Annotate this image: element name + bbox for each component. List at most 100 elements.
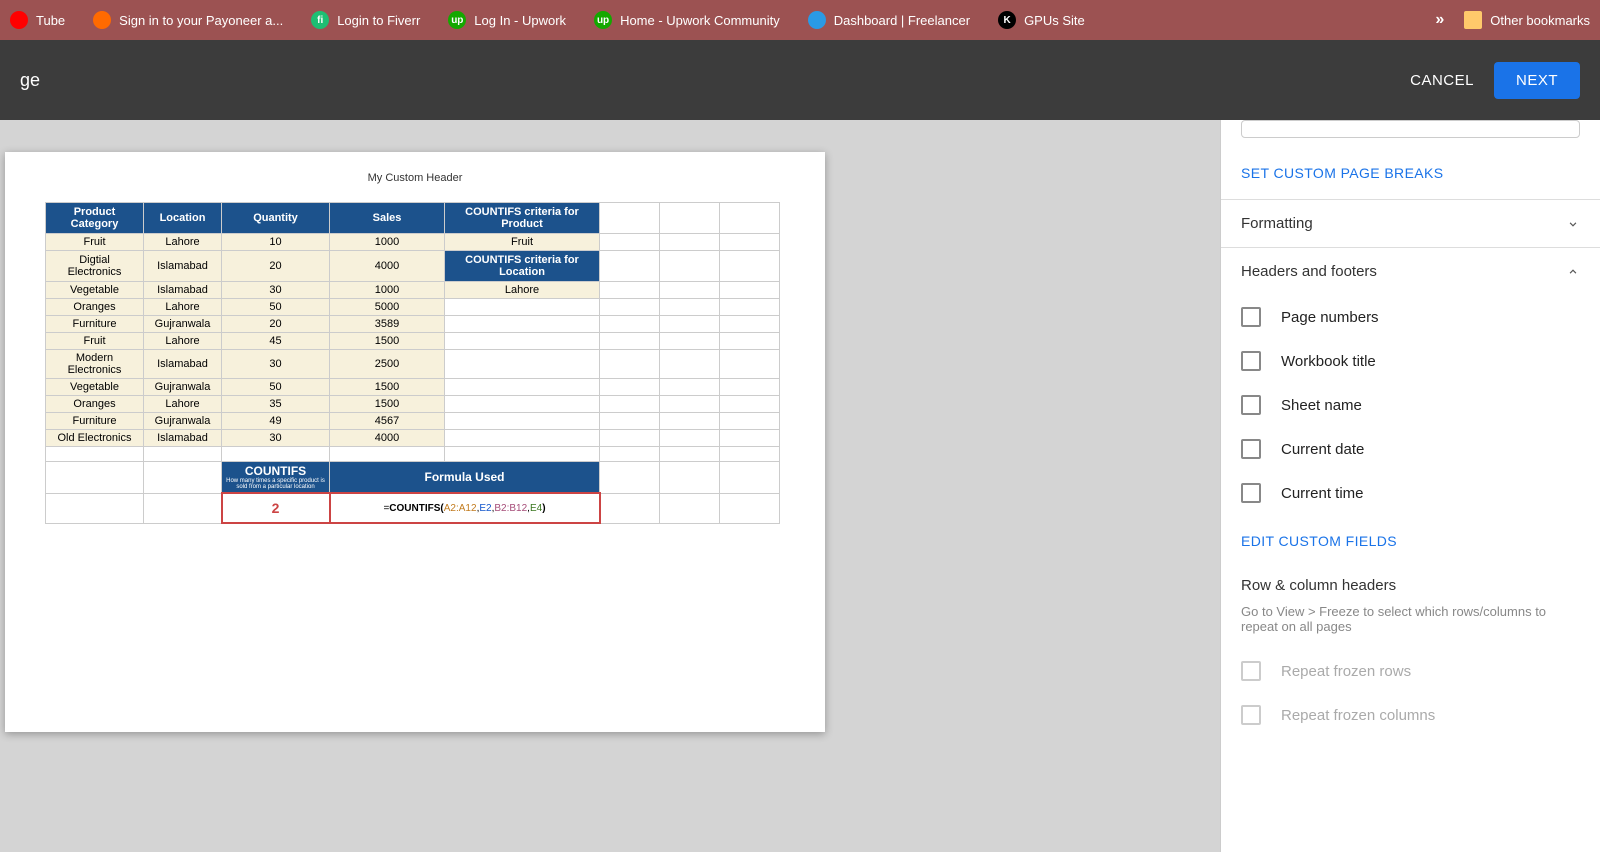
other-bookmarks[interactable]: Other bookmarks (1464, 11, 1590, 29)
criteria-location-label: COUNTIFS criteria for Location (445, 251, 600, 282)
table-row: Fruit Lahore 10 1000 Fruit (46, 234, 780, 251)
next-button[interactable]: NEXT (1494, 62, 1580, 99)
bookmark-label: GPUs Site (1024, 13, 1085, 28)
formatting-label: Formatting (1241, 215, 1313, 232)
cell: 45 (222, 333, 330, 350)
checkbox-icon (1241, 705, 1261, 725)
set-custom-page-breaks-link[interactable]: SET CUSTOM PAGE BREAKS (1221, 153, 1600, 199)
bookmark-label: Tube (36, 13, 65, 28)
cell: Islamabad (144, 350, 222, 379)
empty-cell (720, 396, 780, 413)
table-header-row: Product Category Location Quantity Sales… (46, 203, 780, 234)
print-header-bar: ge CANCEL NEXT (0, 40, 1600, 120)
header-footer-option[interactable]: Page numbers (1221, 295, 1600, 339)
empty-cell (600, 396, 660, 413)
table-row: Furniture Gujranwala 49 4567 (46, 413, 780, 430)
chevron-up-icon (1566, 265, 1580, 279)
empty-cell (600, 430, 660, 447)
cell: 4000 (330, 251, 445, 282)
edit-custom-fields-link[interactable]: EDIT CUSTOM FIELDS (1221, 515, 1600, 567)
bookmark-label: Login to Fiverr (337, 13, 420, 28)
row-col-headers-title: Row & column headers (1221, 567, 1600, 599)
checkbox-icon (1241, 307, 1261, 327)
table-row: Vegetable Gujranwala 50 1500 (46, 379, 780, 396)
option-label: Current date (1281, 441, 1364, 458)
cell: 30 (222, 282, 330, 299)
repeat-cols-label: Repeat frozen columns (1281, 707, 1435, 724)
bookmark-item[interactable]: upHome - Upwork Community (594, 11, 780, 29)
cell: 50 (222, 299, 330, 316)
cell: Modern Electronics (46, 350, 144, 379)
cell: Fruit (46, 333, 144, 350)
empty-cell (660, 316, 720, 333)
empty-cell (660, 333, 720, 350)
empty-cell (600, 234, 660, 251)
header-footer-option[interactable]: Sheet name (1221, 383, 1600, 427)
cancel-button[interactable]: CANCEL (1410, 72, 1474, 89)
bookmark-label: Dashboard | Freelancer (834, 13, 970, 28)
option-label: Sheet name (1281, 397, 1362, 414)
cell: Old Electronics (46, 430, 144, 447)
empty-cell (600, 299, 660, 316)
print-preview-page[interactable]: My Custom Header Product Category Locati… (5, 152, 825, 732)
empty-cell (720, 251, 780, 282)
cell: 49 (222, 413, 330, 430)
bookmark-label: Log In - Upwork (474, 13, 566, 28)
countifs-header-cell: COUNTIFS How many times a specific produ… (222, 462, 330, 494)
bookmark-item[interactable]: Dashboard | Freelancer (808, 11, 970, 29)
settings-input[interactable] (1241, 120, 1580, 138)
spreadsheet-table: Product Category Location Quantity Sales… (45, 202, 780, 447)
empty-cell (600, 282, 660, 299)
bookmark-item[interactable]: KGPUs Site (998, 11, 1085, 29)
empty-cell (720, 350, 780, 379)
col-header: COUNTIFS criteria for Product (445, 203, 600, 234)
bookmark-item[interactable]: up Log In - Upwork (448, 11, 566, 29)
bookmarks-overflow-icon[interactable]: » (1435, 11, 1444, 29)
bookmark-label: Sign in to your Payoneer a... (119, 13, 283, 28)
checkbox-icon (1241, 395, 1261, 415)
table-row: Vegetable Islamabad 30 1000 Lahore (46, 282, 780, 299)
print-preview-area: My Custom Header Product Category Locati… (0, 120, 1220, 852)
empty-cell (660, 251, 720, 282)
bookmark-item[interactable]: Tube (10, 11, 65, 29)
empty-cell (445, 333, 600, 350)
cell: Oranges (46, 299, 144, 316)
header-footer-option[interactable]: Current date (1221, 427, 1600, 471)
empty-cell (600, 350, 660, 379)
cell: Islamabad (144, 282, 222, 299)
freeze-help-text: Go to View > Freeze to select which rows… (1221, 599, 1600, 649)
repeat-rows-label: Repeat frozen rows (1281, 663, 1411, 680)
chevron-down-icon (1566, 217, 1580, 231)
table-row: Fruit Lahore 45 1500 (46, 333, 780, 350)
print-settings-sidebar: SET CUSTOM PAGE BREAKS Formatting Header… (1220, 120, 1600, 852)
cell: 5000 (330, 299, 445, 316)
custom-header-text: My Custom Header (45, 172, 785, 184)
checkbox-icon (1241, 439, 1261, 459)
empty-cell (445, 379, 600, 396)
cell: 1000 (330, 234, 445, 251)
bookmark-favicon: up (448, 11, 466, 29)
header-footer-option[interactable]: Workbook title (1221, 339, 1600, 383)
bookmark-item[interactable]: fiLogin to Fiverr (311, 11, 420, 29)
table-row: Modern Electronics Islamabad 30 2500 (46, 350, 780, 379)
formula-cell: =COUNTIFS(A2:A12,E2,B2:B12,E4) (330, 493, 600, 523)
cell: 4567 (330, 413, 445, 430)
header-footer-option[interactable]: Current time (1221, 471, 1600, 515)
headers-footers-section-header[interactable]: Headers and footers (1221, 248, 1600, 295)
other-bookmarks-label: Other bookmarks (1490, 13, 1590, 28)
col-header: Sales (330, 203, 445, 234)
bookmark-item[interactable]: Sign in to your Payoneer a... (93, 11, 283, 29)
cell: 30 (222, 430, 330, 447)
option-label: Current time (1281, 485, 1364, 502)
cell: 1500 (330, 396, 445, 413)
formatting-section-header[interactable]: Formatting (1221, 200, 1600, 247)
empty-cell (720, 299, 780, 316)
repeat-frozen-rows-option: Repeat frozen rows (1221, 649, 1600, 693)
cell: 1500 (330, 379, 445, 396)
empty-cell (720, 430, 780, 447)
empty-cell (660, 350, 720, 379)
empty-cell (660, 299, 720, 316)
cell: Fruit (46, 234, 144, 251)
table-row: Digtial Electronics Islamabad 20 4000 CO… (46, 251, 780, 282)
cell: Islamabad (144, 430, 222, 447)
